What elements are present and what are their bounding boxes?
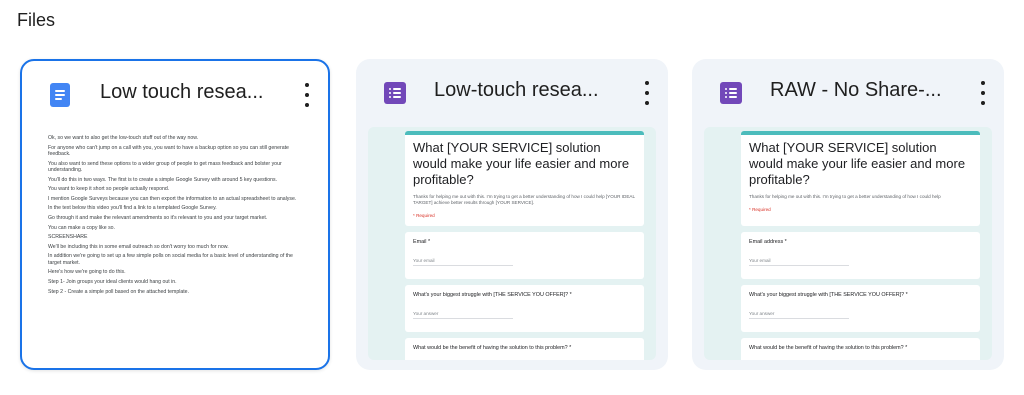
preview-line: For anyone who can't jump on a call with… (48, 144, 289, 157)
more-options-icon[interactable] (976, 81, 990, 105)
file-card-doc[interactable]: Low touch resea... Ok, so we want to als… (20, 59, 330, 370)
question-label: Email * (413, 239, 431, 245)
question-label: What would be the benefit of having the … (749, 345, 908, 351)
form-title: What [YOUR SERVICE] solution would make … (413, 140, 630, 187)
question-label: What would be the benefit of having the … (413, 345, 572, 351)
preview-line: We'll be including this in some email ou… (48, 243, 229, 250)
preview-line: Step 2 - Create a simple poll based on t… (48, 288, 190, 295)
form-preview: What [YOUR SERVICE] solution would make … (368, 127, 656, 360)
answer-placeholder: Your answer (749, 311, 849, 319)
section-title: Files (17, 10, 56, 30)
more-options-icon[interactable] (300, 83, 314, 107)
file-card-form[interactable]: RAW - No Share-... What [YOUR SERVICE] s… (692, 59, 1004, 370)
answer-placeholder: Your email (413, 258, 513, 266)
preview-line: SCREENSHARE (48, 234, 88, 241)
answer-placeholder: Your email (749, 258, 849, 266)
form-required-note: * Required (413, 213, 435, 218)
question-label: What's your biggest struggle with [THE S… (413, 292, 572, 298)
google-forms-icon (720, 82, 742, 104)
form-question: What would be the benefit of having the … (741, 338, 980, 360)
preview-line: I mention Google Surveys because you can… (48, 195, 297, 202)
card-header: Low-touch resea... (356, 59, 668, 125)
google-docs-icon (50, 83, 70, 107)
preview-line: You'll do this in two ways. The first is… (48, 176, 278, 183)
form-question: Email * Your email (405, 232, 644, 279)
file-card-form[interactable]: Low-touch resea... What [YOUR SERVICE] s… (356, 59, 668, 370)
form-title: What [YOUR SERVICE] solution would make … (749, 140, 966, 187)
document-preview: Ok, so we want to also get the low-touch… (34, 129, 316, 358)
form-description: Thanks for helping me out with this. I'm… (749, 194, 941, 199)
preview-line: Step 1- Join groups your ideal clients w… (48, 278, 177, 285)
form-header: What [YOUR SERVICE] solution would make … (405, 131, 644, 226)
file-title: RAW - No Share-... (770, 79, 942, 101)
form-question: What's your biggest struggle with [THE S… (741, 285, 980, 332)
google-forms-icon (384, 82, 406, 104)
card-header: Low touch resea... (22, 61, 328, 127)
form-preview: What [YOUR SERVICE] solution would make … (704, 127, 992, 360)
question-label: What's your biggest struggle with [THE S… (749, 292, 908, 298)
preview-line: You want to keep it short so people actu… (48, 186, 170, 193)
file-title: Low touch resea... (100, 81, 264, 103)
preview-line: In the text below this video you'll find… (48, 205, 217, 212)
card-header: RAW - No Share-... (692, 59, 1004, 125)
more-options-icon[interactable] (640, 81, 654, 105)
preview-line: You also want to send these options to a… (48, 160, 282, 173)
form-question: Email address * Your email (741, 232, 980, 279)
form-header: What [YOUR SERVICE] solution would make … (741, 131, 980, 226)
form-description: Thanks for helping me out with this. I'm… (413, 194, 635, 205)
form-question: What's your biggest struggle with [THE S… (405, 285, 644, 332)
question-label: Email address * (749, 239, 787, 245)
preview-line: In addition we're going to set up a few … (48, 253, 293, 266)
preview-line: Ok, so we want to also get the low-touch… (48, 135, 199, 141)
preview-line: You can make a copy like so. (48, 224, 115, 231)
form-required-note: * Required (749, 207, 771, 212)
answer-placeholder: Your answer (413, 311, 513, 319)
file-title: Low-touch resea... (434, 79, 599, 101)
form-question: What would be the benefit of having the … (405, 338, 644, 360)
preview-line: Go through it and make the relevant amen… (48, 214, 268, 221)
preview-line: Here's how we're going to do this. (48, 269, 126, 276)
